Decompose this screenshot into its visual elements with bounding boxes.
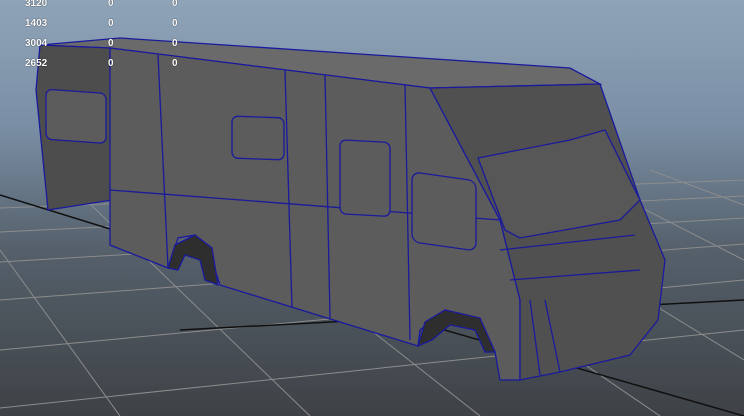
window-rear <box>45 88 107 144</box>
hud-value: 0 <box>108 0 114 9</box>
hud-row-tris: 2652 0 0 <box>0 58 200 72</box>
hud-value: 0 <box>108 38 114 49</box>
window-door <box>339 139 391 217</box>
3d-viewport[interactable]: 3120 0 0 1403 0 0 3004 0 0 2652 0 0 <box>0 0 744 416</box>
hud-row-faces: 3004 0 0 <box>0 38 200 52</box>
hud-value: 3004 <box>25 38 48 49</box>
hud-value: 0 <box>108 18 114 29</box>
window-mid <box>231 115 285 161</box>
hud-row-verts: 3120 0 0 <box>0 0 200 12</box>
hud-value: 0 <box>172 58 178 69</box>
hud-value: 0 <box>172 18 178 29</box>
hud-value: 1403 <box>25 18 48 29</box>
hud-value: 0 <box>172 0 178 9</box>
hud-row-edges: 1403 0 0 <box>0 18 200 32</box>
hud-value: 0 <box>172 38 178 49</box>
hud-value: 2652 <box>25 58 48 69</box>
hud-value: 3120 <box>25 0 48 9</box>
poly-count-hud: 3120 0 0 1403 0 0 3004 0 0 2652 0 0 <box>0 0 200 76</box>
rv-mesh[interactable] <box>35 37 666 381</box>
hud-value: 0 <box>108 58 114 69</box>
window-cab <box>411 172 477 251</box>
